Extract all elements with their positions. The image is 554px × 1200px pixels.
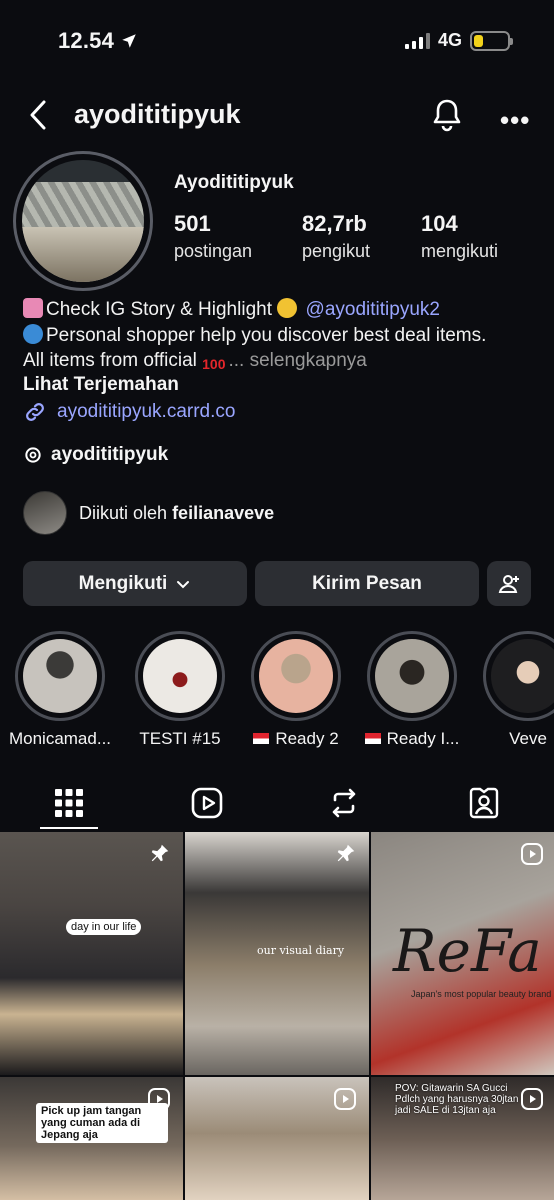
posts-grid: day in our life our visual diary ReFa Ja… bbox=[0, 832, 554, 1200]
highlight-label: Monicamad... bbox=[8, 729, 112, 748]
followed-by-prefix: Diikuti oleh bbox=[79, 502, 168, 523]
add-user-icon bbox=[498, 574, 519, 593]
globe-icon bbox=[23, 323, 43, 344]
status-indicators: 4G bbox=[404, 30, 513, 51]
post-caption: Pick up jam tangan yang cuman ada di Jep… bbox=[36, 1103, 168, 1143]
following-button[interactable]: Mengikuti bbox=[23, 561, 247, 606]
status-time: 12.54 bbox=[58, 28, 138, 54]
hundred-icon: 100 bbox=[202, 356, 226, 372]
profile-link[interactable]: ayodititipyuk.carrd.co bbox=[23, 400, 235, 424]
pin-icon bbox=[337, 844, 355, 862]
flag-indonesia-icon bbox=[253, 733, 270, 744]
following-stat[interactable]: 104 mengikuti bbox=[421, 211, 498, 262]
bio-mention[interactable]: @ayodititipyuk2 bbox=[306, 299, 440, 320]
post-thumbnail[interactable]: day in our life bbox=[0, 832, 183, 1075]
post-logo-text: ReFa bbox=[393, 917, 542, 985]
tagged-icon[interactable] bbox=[465, 784, 503, 822]
following-count: 104 bbox=[421, 211, 458, 236]
translate-link[interactable]: Lihat Terjemahan bbox=[23, 374, 179, 396]
reel-icon bbox=[334, 1088, 356, 1110]
grid-icon[interactable] bbox=[50, 784, 88, 822]
post-caption: day in our life bbox=[66, 919, 142, 935]
follower-avatar bbox=[23, 491, 67, 535]
posts-label: postingan bbox=[174, 241, 253, 261]
threads-icon bbox=[25, 447, 41, 463]
post-thumbnail[interactable]: our visual diary bbox=[185, 832, 369, 1075]
bio-line1: Check IG Story & Highlight bbox=[46, 299, 272, 320]
post-caption: POV: Gitawarin SA Gucci Pdlch yang harus… bbox=[395, 1083, 519, 1116]
shopping-bag-icon bbox=[23, 298, 43, 318]
post-subtext: Japan's most popular beauty brand bbox=[411, 989, 552, 999]
posts-count: 501 bbox=[174, 211, 211, 236]
post-thumbnail[interactable]: Pick up jam tangan yang cuman ada di Jep… bbox=[0, 1077, 183, 1200]
highlight-label: Ready 2 bbox=[242, 729, 350, 749]
link-icon bbox=[26, 403, 44, 421]
display-name: Ayodititipyuk bbox=[174, 172, 294, 193]
signal-icon bbox=[404, 32, 430, 49]
posts-stat[interactable]: 501 postingan bbox=[174, 211, 252, 262]
bell-icon[interactable] bbox=[430, 97, 464, 133]
highlight-label: Ready I... bbox=[358, 729, 466, 749]
bio-line2: Personal shopper help you discover best … bbox=[46, 324, 487, 346]
highlight-item[interactable]: Monicamad... bbox=[6, 631, 114, 749]
post-thumbnail[interactable]: ReFa Japan's most popular beauty brand bbox=[371, 832, 554, 1075]
party-face-icon bbox=[277, 298, 298, 318]
bio: Check IG Story & Highlight @ayodititipyu… bbox=[23, 297, 543, 374]
bio-line3: All items from official bbox=[23, 350, 197, 371]
profile-link-text: ayodititipyuk.carrd.co bbox=[57, 401, 236, 422]
flag-indonesia-icon bbox=[364, 733, 381, 744]
followed-by[interactable]: Diikuti oleh feilianaveve bbox=[23, 491, 274, 535]
highlight-item[interactable]: Veve bbox=[474, 631, 554, 749]
profile-tabs bbox=[0, 778, 554, 830]
header-username: ayodititipyuk bbox=[74, 99, 241, 129]
threads-badge[interactable]: ayodititipyuk bbox=[23, 444, 168, 466]
reel-icon bbox=[521, 843, 543, 865]
followers-label: pengikut bbox=[302, 241, 371, 261]
following-label: mengikuti bbox=[421, 241, 499, 261]
reels-icon[interactable] bbox=[188, 784, 226, 822]
post-caption: our visual diary bbox=[257, 944, 345, 957]
back-arrow-icon[interactable] bbox=[26, 98, 52, 132]
followed-by-name: feilianaveve bbox=[172, 502, 275, 523]
following-button-label: Mengikuti bbox=[78, 572, 168, 594]
highlight-item[interactable]: TESTI #15 bbox=[126, 631, 234, 749]
network-type: 4G bbox=[437, 30, 462, 50]
chevron-down-icon bbox=[177, 580, 190, 588]
highlight-item[interactable]: Ready 2 bbox=[242, 631, 350, 749]
pin-icon bbox=[151, 844, 169, 862]
post-thumbnail[interactable] bbox=[185, 1077, 369, 1200]
post-thumbnail[interactable]: POV: Gitawarin SA Gucci Pdlch yang harus… bbox=[371, 1077, 554, 1200]
reposts-icon[interactable] bbox=[325, 784, 363, 822]
bio-more-link[interactable]: ... selengkapnya bbox=[229, 350, 367, 371]
battery-icon bbox=[470, 30, 513, 51]
highlight-label: TESTI #15 bbox=[139, 729, 221, 748]
message-button[interactable]: Kirim Pesan bbox=[255, 561, 479, 606]
followers-count: 82,7rb bbox=[302, 211, 367, 236]
highlight-item[interactable]: Ready I... bbox=[358, 631, 466, 749]
threads-username: ayodititipyuk bbox=[51, 444, 169, 465]
followers-stat[interactable]: 82,7rb pengikut bbox=[302, 211, 370, 262]
more-options-icon[interactable]: ••• bbox=[500, 105, 530, 136]
add-user-button[interactable] bbox=[487, 561, 531, 606]
highlight-label: Veve bbox=[509, 729, 547, 748]
location-arrow-icon bbox=[122, 34, 136, 48]
profile-avatar[interactable] bbox=[13, 151, 153, 291]
active-tab-indicator bbox=[40, 827, 98, 829]
